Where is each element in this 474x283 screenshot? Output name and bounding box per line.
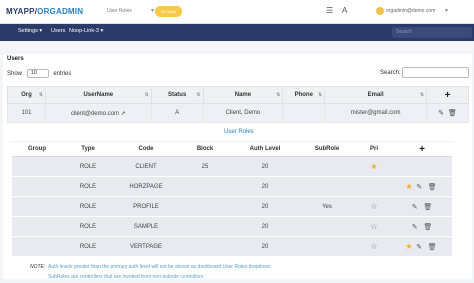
search-label: Search: <box>380 70 401 76</box>
roles-select[interactable]: User Roles ▼ <box>107 6 155 17</box>
column-header-auth-level[interactable]: Auth Level <box>232 141 298 157</box>
star-icon[interactable]: ★ <box>405 242 412 251</box>
note-line-1: Auth levels greater than the primary aut… <box>48 264 271 270</box>
edit-icon[interactable]: ✎ <box>416 243 422 251</box>
column-header-org[interactable]: Org ⇅ <box>7 86 46 104</box>
trash-icon[interactable]: 🗑 <box>423 223 432 231</box>
star-outline-icon[interactable]: ☆ <box>370 222 377 231</box>
star-outline-icon[interactable]: ☆ <box>370 202 377 211</box>
column-header-code[interactable]: Code <box>114 141 178 157</box>
table-row[interactable]: ROLE CLIENT 25 20 ★ <box>12 156 452 177</box>
note-label: NOTE: <box>30 264 46 270</box>
column-header-pri[interactable]: Pri <box>356 141 392 157</box>
star-icon[interactable]: ★ <box>370 162 377 171</box>
column-header-status[interactable]: Status ⇅ <box>150 86 204 104</box>
add-role-button[interactable]: + <box>392 141 452 157</box>
column-header-type[interactable]: Type <box>62 141 114 157</box>
nav-noop-link[interactable]: Noop-Link-3 ▾ <box>69 28 103 34</box>
table-search-input[interactable] <box>402 67 469 78</box>
trash-icon[interactable]: 🗑 <box>423 203 432 211</box>
search-input[interactable]: Search <box>392 27 472 38</box>
top-bar: MYAPP/ORGADMIN User Roles ▼ Go Back ☰ A … <box>0 0 474 24</box>
user-roles-title: User Roles <box>224 129 254 135</box>
user-roles-table: Group Type Code Block Auth Level SubRole… <box>12 141 452 257</box>
column-header-username[interactable]: UserName ⇅ <box>44 86 152 104</box>
edit-icon[interactable]: ✎ <box>438 109 444 117</box>
edit-icon[interactable]: ✎ <box>412 223 418 231</box>
table-row[interactable]: ROLE HORZPAGE 20 ★ ✎ 🗑 <box>12 176 452 197</box>
column-header-name[interactable]: Name ⇅ <box>202 86 284 104</box>
trash-icon[interactable]: 🗑 <box>448 109 457 117</box>
users-table: Org ⇅ UserName ⇅ Status ⇅ Name ⇅ Phone ⇅ Emai… <box>7 86 469 123</box>
table-row[interactable]: ROLE VERTPAGE 20 ☆ ★ ✎ 🗑 <box>12 236 452 257</box>
nav-settings[interactable]: Settings ▾ <box>18 28 42 34</box>
section-title: Users <box>7 56 24 62</box>
column-header-group[interactable]: Group <box>12 141 62 157</box>
column-header-email[interactable]: Email ⇅ <box>324 86 428 104</box>
user-email[interactable]: orgadmin@demo.com <box>386 8 435 14</box>
table-row[interactable]: ROLE PROFILE 20 Yes ☆ ✎ 🗑 <box>12 196 452 217</box>
users-panel: Users Show 10 entries Search: Org ⇅ UserN… <box>3 54 472 279</box>
page-size-select[interactable]: 10 <box>26 69 49 78</box>
font-size-icon[interactable]: A <box>342 6 347 15</box>
table-row[interactable]: ROLE SAMPLE 20 ☆ ✎ 🗑 <box>12 216 452 237</box>
trash-icon[interactable]: 🗑 <box>428 243 437 251</box>
edit-icon[interactable]: ✎ <box>412 203 418 211</box>
star-outline-icon[interactable]: ☆ <box>370 242 377 251</box>
chevron-down-icon[interactable]: ▼ <box>444 8 449 14</box>
edit-icon[interactable]: ✎ <box>416 183 422 191</box>
go-back-button[interactable]: Go Back <box>155 6 182 17</box>
show-entries: Show 10 entries <box>7 69 72 78</box>
avatar[interactable] <box>376 7 384 15</box>
star-icon[interactable]: ★ <box>405 182 412 191</box>
column-header-block[interactable]: Block <box>178 141 232 157</box>
app-logo[interactable]: MYAPP/ORGADMIN <box>6 7 83 16</box>
inbox-icon[interactable]: ☰ <box>326 6 333 15</box>
nav-bar: Settings ▾ Users Noop-Link-3 ▾ Search <box>0 24 474 41</box>
add-user-button[interactable]: + <box>426 86 469 104</box>
nav-users[interactable]: Users <box>51 28 65 34</box>
cursor-icon: ➚ <box>120 110 126 117</box>
column-header-subrole[interactable]: SubRole <box>298 141 356 157</box>
table-row[interactable]: 101 client@demo.com ➚ A Client, Demo mis… <box>7 103 469 123</box>
column-header-phone[interactable]: Phone ⇅ <box>282 86 326 104</box>
note-line-2: SubRoles are controllers that are invoke… <box>48 274 204 280</box>
trash-icon[interactable]: 🗑 <box>428 183 437 191</box>
